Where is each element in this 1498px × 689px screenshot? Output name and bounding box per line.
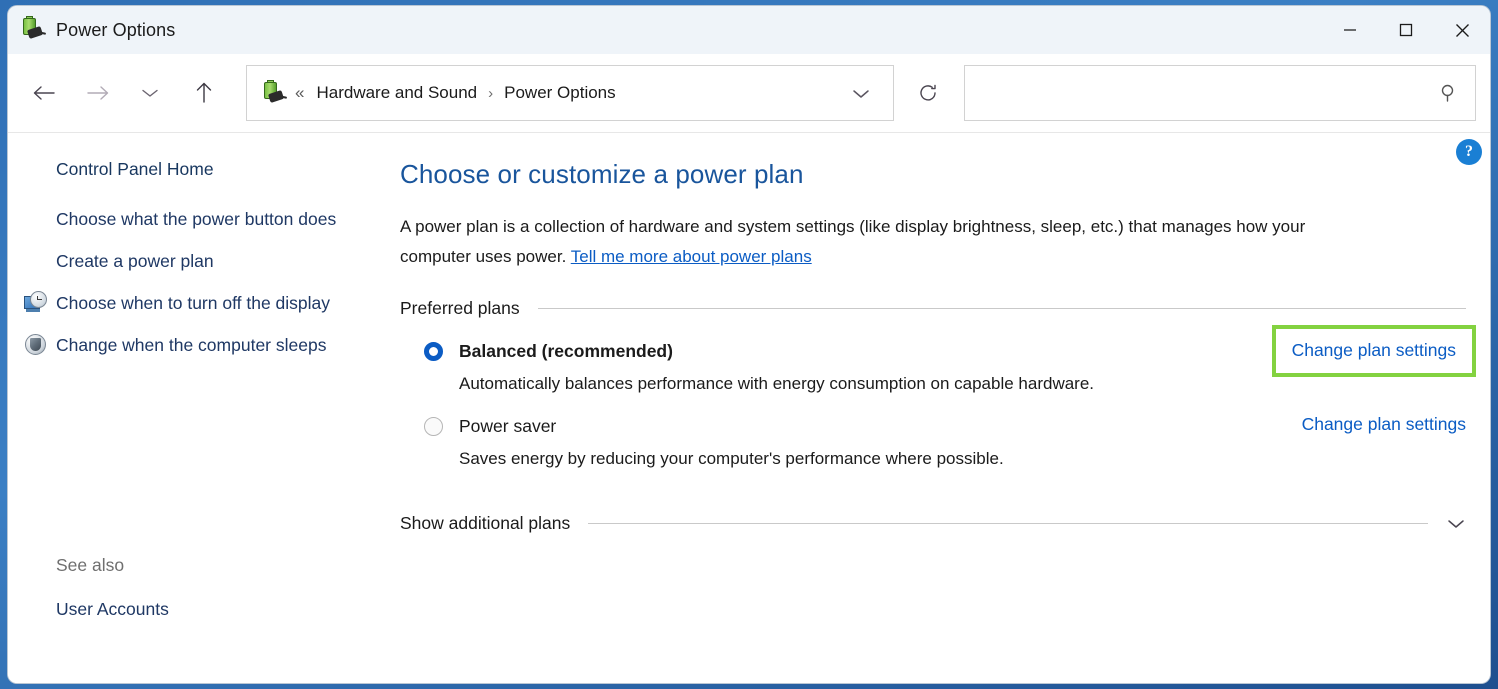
recent-locations-chevron-down-icon[interactable] [130, 73, 170, 113]
window-controls [1322, 6, 1490, 54]
sidebar-item-change-when-the-computer-sleeps[interactable]: Change when the computer sleeps [25, 331, 362, 359]
plan-row-power-saver: Power saver Change plan settings Saves e… [424, 414, 1466, 469]
plan-row-balanced: Balanced (recommended) Change plan setti… [424, 325, 1476, 394]
sidebar: Control Panel Home Choose what the power… [8, 133, 396, 683]
preferred-plans-label: Preferred plans [400, 298, 520, 318]
sidebar-item-user-accounts[interactable]: User Accounts [56, 599, 169, 620]
radio-power-saver[interactable] [424, 417, 443, 436]
intro-text: A power plan is a collection of hardware… [400, 217, 1306, 266]
main-panel: ? Choose or customize a power plan A pow… [396, 133, 1490, 683]
sidebar-item-control-panel-home[interactable]: Control Panel Home [56, 155, 362, 183]
breadcrumb-overflow-icon[interactable]: « [295, 83, 304, 103]
close-button[interactable] [1434, 6, 1490, 54]
plan-name-balanced: Balanced (recommended) [459, 341, 673, 361]
tell-me-more-link[interactable]: Tell me more about power plans [571, 247, 812, 266]
show-additional-plans-label: Show additional plans [400, 513, 571, 533]
power-options-window: Power Options « Hardware and Sound › Pow… [8, 6, 1490, 683]
divider [537, 308, 1466, 309]
power-plan-battery-plug-icon [20, 16, 47, 43]
breadcrumb-separator-icon: › [488, 84, 494, 102]
page-title: Choose or customize a power plan [400, 159, 804, 189]
up-button[interactable] [184, 73, 224, 113]
divider [588, 523, 1428, 524]
address-chevron-down-icon[interactable] [851, 87, 871, 100]
maximize-button[interactable] [1378, 6, 1434, 54]
breadcrumb-item-hardware-and-sound[interactable]: Hardware and Sound [316, 83, 477, 103]
search-input[interactable] [965, 66, 1439, 120]
navigation-toolbar: « Hardware and Sound › Power Options [8, 54, 1490, 133]
change-plan-settings-power-saver[interactable]: Change plan settings [1302, 414, 1466, 435]
forward-button[interactable] [78, 73, 118, 113]
radio-balanced[interactable] [424, 342, 443, 361]
sidebar-item-label: Change when the computer sleeps [56, 335, 327, 355]
search-icon[interactable] [1439, 83, 1459, 103]
shield-icon [24, 333, 48, 357]
title-bar: Power Options [8, 6, 1490, 54]
refresh-button[interactable] [906, 71, 950, 115]
breadcrumb-power-options-icon [261, 80, 288, 105]
window-title: Power Options [56, 19, 176, 40]
see-also-heading: See also [56, 555, 125, 575]
sidebar-item-choose-what-the-power-button-does[interactable]: Choose what the power button does [56, 205, 362, 233]
plan-description-power-saver: Saves energy by reducing your computer's… [459, 449, 1004, 468]
plan-name-power-saver: Power saver [459, 416, 557, 436]
preferred-plans-header: Preferred plans [400, 298, 1466, 319]
change-plan-settings-label: Change plan settings [1301, 414, 1466, 434]
change-plan-settings-balanced[interactable]: Change plan settings [1271, 325, 1476, 377]
minimize-button[interactable] [1322, 6, 1378, 54]
plan-description-balanced: Automatically balances performance with … [459, 374, 1095, 393]
sidebar-item-label: Choose when to turn off the display [56, 293, 331, 313]
content-area: Control Panel Home Choose what the power… [8, 133, 1490, 683]
help-button[interactable]: ? [1456, 139, 1482, 165]
back-button[interactable] [24, 73, 64, 113]
address-bar[interactable]: « Hardware and Sound › Power Options [246, 65, 894, 121]
expand-chevron-down-icon[interactable] [1446, 517, 1466, 530]
show-additional-plans-header[interactable]: Show additional plans [400, 513, 1466, 534]
change-plan-settings-label: Change plan settings [1291, 340, 1456, 360]
breadcrumb-item-power-options[interactable]: Power Options [504, 83, 616, 103]
sidebar-item-choose-when-to-turn-off-the-display[interactable]: Choose when to turn off the display [24, 289, 362, 317]
sidebar-item-create-a-power-plan[interactable]: Create a power plan [56, 247, 362, 275]
intro-paragraph: A power plan is a collection of hardware… [400, 212, 1350, 272]
search-box[interactable] [964, 65, 1476, 121]
monitor-clock-icon [24, 291, 48, 315]
